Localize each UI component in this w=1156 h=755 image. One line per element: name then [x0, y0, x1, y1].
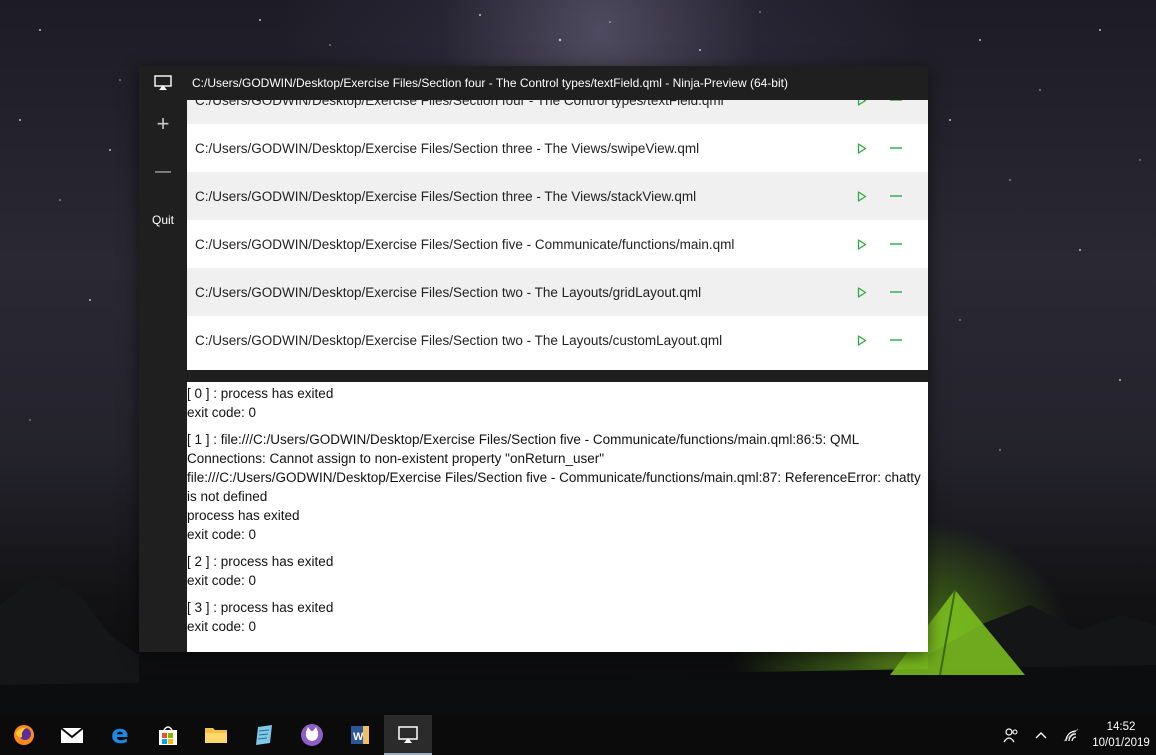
file-path-label: C:/Users/GODWIN/Desktop/Exercise Files/S…	[195, 100, 724, 108]
console-output: [ 0 ] : process has exited exit code: 0[ …	[187, 382, 928, 652]
people-icon[interactable]	[996, 715, 1026, 755]
file-path-label: C:/Users/GODWIN/Desktop/Exercise Files/S…	[195, 236, 735, 252]
file-list-row[interactable]: C:/Users/GODWIN/Desktop/Exercise Files/S…	[187, 268, 928, 316]
play-icon	[857, 286, 867, 298]
run-file-button[interactable]	[850, 184, 874, 208]
quit-button[interactable]: Quit	[139, 196, 187, 244]
notepad-icon	[256, 725, 272, 745]
run-file-button[interactable]	[850, 280, 874, 304]
play-icon	[857, 238, 867, 250]
row-actions	[850, 184, 920, 208]
cat-app-icon	[301, 724, 323, 746]
remove-file-row-button[interactable]	[884, 136, 908, 160]
svg-text:W: W	[353, 731, 364, 743]
row-actions	[850, 136, 920, 160]
console-line: [ 3 ] : process has exited	[187, 600, 334, 615]
window-title: C:/Users/GODWIN/Desktop/Exercise Files/S…	[192, 76, 788, 90]
console-entry: [ 2 ] : process has exited exit code: 0	[187, 552, 928, 590]
play-icon	[857, 334, 867, 346]
firefox-taskbar-button[interactable]	[0, 715, 48, 755]
file-list-row[interactable]: C:/Users/GODWIN/Desktop/Exercise Files/S…	[187, 124, 928, 172]
taskbar: e W 14:52 10/01/2019	[0, 715, 1156, 755]
ninja-preview-icon	[398, 726, 418, 743]
mail-taskbar-button[interactable]	[48, 715, 96, 755]
row-actions	[850, 280, 920, 304]
airplay-icon	[139, 66, 187, 100]
file-path-label: C:/Users/GODWIN/Desktop/Exercise Files/S…	[195, 332, 723, 348]
folder-icon	[205, 728, 227, 743]
file-list-row[interactable]: C:/Users/GODWIN/Desktop/Exercise Files/S…	[187, 172, 928, 220]
run-file-button[interactable]	[850, 232, 874, 256]
minus-icon	[890, 291, 902, 293]
console-line: exit code: 0	[187, 405, 257, 420]
console-line: process has exited	[187, 508, 300, 523]
cat-app-taskbar-button[interactable]	[288, 715, 336, 755]
file-list-row[interactable]: C:/Users/GODWIN/Desktop/Exercise Files/S…	[187, 100, 928, 124]
ninja-preview-window: C:/Users/GODWIN/Desktop/Exercise Files/S…	[139, 66, 928, 652]
file-explorer-taskbar-button[interactable]	[192, 715, 240, 755]
console-entry: [ 0 ] : process has exited exit code: 0	[187, 384, 928, 422]
console-line: is not defined	[187, 489, 268, 504]
minus-icon	[890, 339, 902, 341]
file-list[interactable]: C:/Users/GODWIN/Desktop/Exercise Files/S…	[187, 100, 928, 370]
file-path-label: C:/Users/GODWIN/Desktop/Exercise Files/S…	[195, 140, 700, 156]
plus-icon: +	[156, 111, 170, 136]
minus-icon	[890, 195, 902, 197]
minus-icon	[890, 147, 902, 149]
minus-icon: —	[155, 163, 171, 180]
show-hidden-icons-chevron-up-icon[interactable]	[1026, 715, 1056, 755]
sidebar: + — Quit	[139, 100, 187, 652]
play-icon	[857, 190, 867, 202]
word-icon: W	[351, 726, 369, 744]
console-line: [ 0 ] : process has exited	[187, 386, 334, 401]
row-actions	[850, 328, 920, 352]
remove-file-button[interactable]: —	[139, 148, 187, 196]
minus-icon	[890, 243, 902, 245]
firefox-icon	[14, 725, 34, 745]
ninja-preview-taskbar-button[interactable]	[384, 715, 432, 755]
run-file-button[interactable]	[850, 136, 874, 160]
mail-icon	[60, 727, 84, 743]
play-icon	[857, 100, 867, 106]
row-actions	[850, 232, 920, 256]
title-bar[interactable]: C:/Users/GODWIN/Desktop/Exercise Files/S…	[139, 66, 928, 100]
store-taskbar-button[interactable]	[144, 715, 192, 755]
edge-icon: e	[111, 720, 129, 750]
row-actions	[850, 100, 920, 112]
file-path-label: C:/Users/GODWIN/Desktop/Exercise Files/S…	[195, 188, 697, 204]
store-icon	[159, 726, 177, 745]
wifi-icon[interactable]	[1056, 715, 1086, 755]
console-line: [ 1 ] : file:///C:/Users/GODWIN/Desktop/…	[187, 432, 860, 447]
system-tray: 14:52 10/01/2019	[996, 715, 1156, 755]
console-line: exit code: 0	[187, 527, 257, 542]
console-line: exit code: 0	[187, 573, 257, 588]
run-file-button[interactable]	[850, 328, 874, 352]
console-entry: [ 3 ] : process has exited exit code: 0	[187, 598, 928, 636]
clock-time: 14:52	[1106, 721, 1136, 733]
notepad-taskbar-button[interactable]	[240, 715, 288, 755]
word-taskbar-button[interactable]: W	[336, 715, 384, 755]
remove-file-row-button[interactable]	[884, 184, 908, 208]
remove-file-row-button[interactable]	[884, 100, 908, 112]
file-list-row[interactable]: C:/Users/GODWIN/Desktop/Exercise Files/S…	[187, 316, 928, 364]
console-line: file:///C:/Users/GODWIN/Desktop/Exercise…	[187, 470, 921, 485]
remove-file-row-button[interactable]	[884, 280, 908, 304]
console-line: exit code: 0	[187, 619, 257, 634]
console-line: [ 2 ] : process has exited	[187, 554, 334, 569]
splitter-handle[interactable]	[187, 370, 928, 382]
remove-file-row-button[interactable]	[884, 328, 908, 352]
system-clock[interactable]: 14:52 10/01/2019	[1086, 719, 1156, 751]
console-entry: [ 1 ] : file:///C:/Users/GODWIN/Desktop/…	[187, 430, 928, 544]
edge-taskbar-button[interactable]: e	[96, 715, 144, 755]
clock-date: 10/01/2019	[1092, 737, 1150, 749]
file-path-label: C:/Users/GODWIN/Desktop/Exercise Files/S…	[195, 284, 702, 300]
play-icon	[857, 142, 867, 154]
run-file-button[interactable]	[850, 100, 874, 112]
minus-icon	[890, 100, 902, 101]
remove-file-row-button[interactable]	[884, 232, 908, 256]
console-line: Connections: Cannot assign to non-existe…	[187, 451, 605, 466]
file-list-row[interactable]: C:/Users/GODWIN/Desktop/Exercise Files/S…	[187, 220, 928, 268]
add-file-button[interactable]: +	[139, 100, 187, 148]
